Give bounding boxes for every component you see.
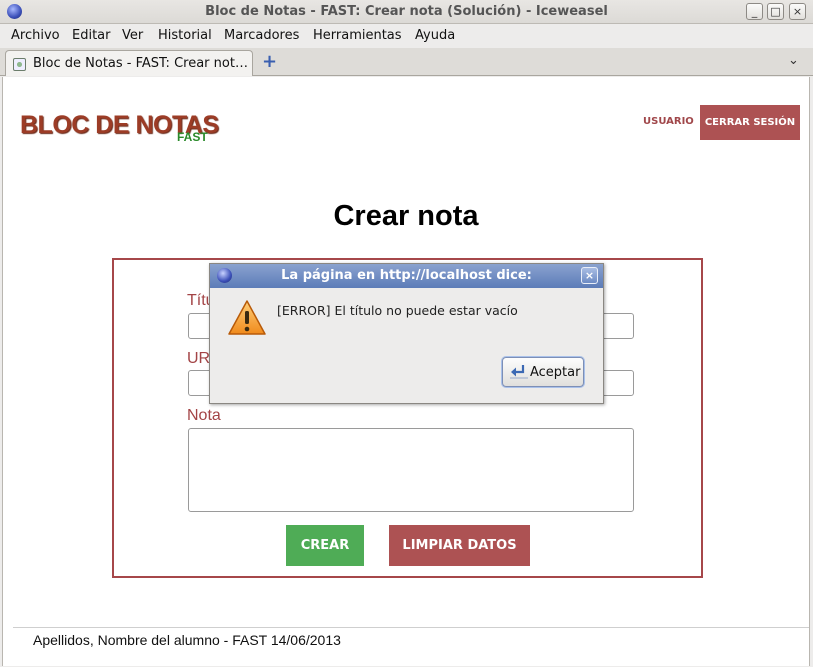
dialog-title: La página en http://localhost dice:: [281, 268, 532, 283]
minimize-button[interactable]: _: [746, 3, 763, 20]
menu-bar: Archivo Editar Ver Historial Marcadores …: [0, 24, 813, 48]
window-title: Bloc de Notas - FAST: Crear nota (Soluci…: [205, 4, 608, 19]
menu-editar[interactable]: Editar: [72, 28, 111, 43]
dialog-close-button[interactable]: ×: [581, 267, 598, 284]
dialog-message: [ERROR] El título no puede estar vacío: [277, 303, 518, 318]
note-textarea[interactable]: [188, 428, 634, 512]
menu-archivo[interactable]: Archivo: [11, 28, 60, 43]
alert-dialog: La página en http://localhost dice: × [E…: [209, 263, 604, 404]
footer-divider: [13, 627, 809, 628]
window-titlebar: Bloc de Notas - FAST: Crear nota (Soluci…: [0, 0, 813, 24]
maximize-button[interactable]: □: [767, 3, 784, 20]
menu-marcadores[interactable]: Marcadores: [224, 28, 299, 43]
enter-arrow-icon: [510, 365, 528, 379]
site-logo-sub: FAST: [177, 130, 208, 144]
new-tab-plus-icon[interactable]: +: [262, 51, 277, 72]
page-title: Crear nota: [333, 200, 479, 232]
menu-ver[interactable]: Ver: [122, 28, 143, 43]
accept-button-label: Aceptar: [530, 365, 581, 380]
close-window-button[interactable]: ×: [789, 3, 806, 20]
menu-herramientas[interactable]: Herramientas: [313, 28, 402, 43]
page-favicon-icon: [13, 58, 26, 71]
menu-historial[interactable]: Historial: [158, 28, 212, 43]
page-footer: Apellidos, Nombre del alumno - FAST 14/0…: [33, 632, 341, 648]
menu-ayuda[interactable]: Ayuda: [415, 28, 455, 43]
warning-icon: [228, 300, 266, 335]
tab-bloc-de-notas[interactable]: Bloc de Notas - FAST: Crear not…: [5, 50, 253, 76]
tab-label: Bloc de Notas - FAST: Crear not…: [33, 56, 248, 71]
note-field-label: Nota: [187, 407, 221, 424]
user-link[interactable]: USUARIO: [643, 116, 694, 127]
tab-strip: Bloc de Notas - FAST: Crear not…: [0, 48, 813, 76]
logout-button[interactable]: CERRAR SESIÓN: [700, 105, 800, 140]
create-button[interactable]: CREAR: [286, 525, 364, 566]
clear-data-button[interactable]: LIMPIAR DATOS: [389, 525, 530, 566]
dialog-titlebar: La página en http://localhost dice: ×: [210, 264, 603, 288]
tab-list-chevron-icon[interactable]: ⌄: [788, 53, 799, 68]
url-field-label: UR: [187, 350, 211, 367]
accept-button[interactable]: Aceptar: [502, 357, 584, 387]
